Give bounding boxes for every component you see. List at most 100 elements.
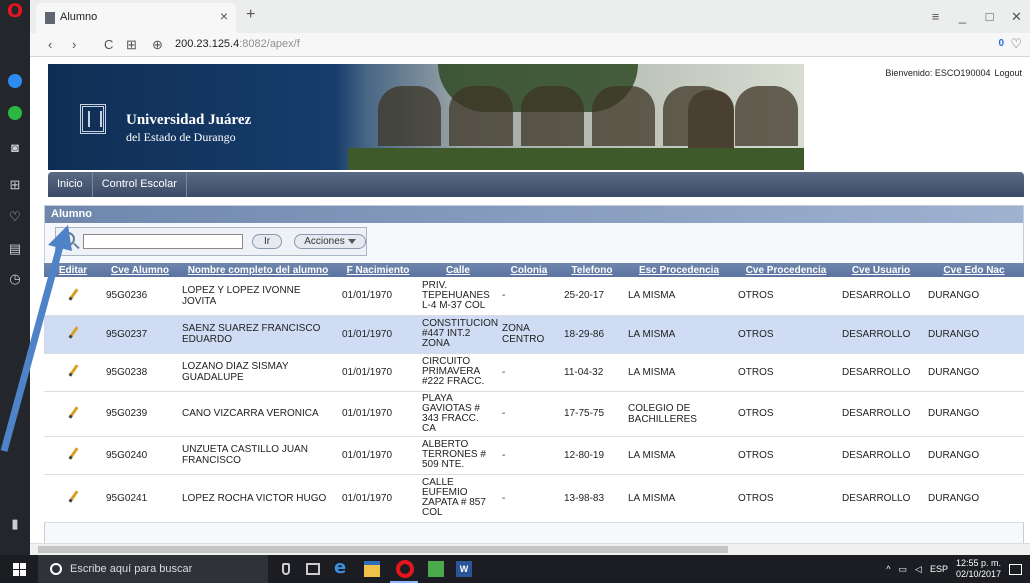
search-input[interactable] bbox=[83, 234, 243, 249]
speed-dial-button[interactable]: ⊞ bbox=[126, 37, 137, 53]
nav-tab-control-escolar[interactable]: Control Escolar bbox=[93, 172, 187, 197]
top-navigation: Inicio Control Escolar bbox=[48, 172, 1024, 197]
cell-calle: ALBERTO TERRONES # 509 NTE. bbox=[418, 436, 498, 475]
edit-cell bbox=[44, 315, 102, 354]
word-taskbar-icon[interactable]: W bbox=[456, 561, 472, 577]
cell-calle: PRIV. TEPEHUANES L-4 M-37 COL bbox=[418, 277, 498, 316]
col-header-editar[interactable]: Editar bbox=[44, 263, 102, 277]
col-header-cve-procedencia[interactable]: Cve Procedencia bbox=[734, 263, 838, 277]
scrollbar-thumb[interactable] bbox=[38, 546, 728, 553]
cell-telefono: 12-80-19 bbox=[560, 436, 624, 475]
edit-cell bbox=[44, 353, 102, 392]
col-header-cve-usuario[interactable]: Cve Usuario bbox=[838, 263, 924, 277]
cell-colonia: - bbox=[498, 353, 560, 392]
cell-colonia: ZONA CENTRO bbox=[498, 315, 560, 354]
back-button[interactable]: ‹ bbox=[48, 37, 52, 52]
col-header-colonia[interactable]: Colonia bbox=[498, 263, 560, 277]
site-info-icon[interactable]: ⊕ bbox=[152, 37, 163, 53]
go-button[interactable]: Ir bbox=[252, 234, 282, 249]
cell-nombre: CANO VIZCARRA VERONICA bbox=[178, 391, 338, 437]
app-taskbar-icon[interactable] bbox=[428, 561, 444, 577]
welcome-text: Bienvenido: ESCO190004 Logout bbox=[885, 68, 1022, 78]
col-header-cve-edo-nac[interactable]: Cve Edo Nac bbox=[924, 263, 1024, 277]
cell-cve-alumno: 95G0240 bbox=[102, 436, 178, 475]
volume-icon[interactable]: ◁ bbox=[915, 564, 922, 575]
search-toolbar: Ir Acciones bbox=[55, 227, 367, 256]
pencil-edit-icon[interactable] bbox=[68, 326, 79, 339]
history-clock-icon[interactable]: ◷ bbox=[6, 270, 24, 288]
cell-cve-usuario: DESARROLLO bbox=[838, 474, 924, 523]
pencil-edit-icon[interactable] bbox=[68, 490, 79, 503]
vpn-badge[interactable]: 0 bbox=[998, 38, 1004, 49]
whatsapp-icon[interactable] bbox=[6, 104, 24, 122]
taskbar-search-box[interactable]: Escribe aquí para buscar bbox=[38, 555, 268, 583]
language-indicator[interactable]: ESP bbox=[930, 564, 948, 574]
search-icon[interactable] bbox=[61, 232, 75, 246]
cell-cve-procedencia: OTROS bbox=[734, 436, 838, 475]
pencil-edit-icon[interactable] bbox=[68, 405, 79, 419]
notifications-icon[interactable] bbox=[1009, 563, 1022, 575]
col-header-nombre[interactable]: Nombre completo del alumno bbox=[178, 263, 338, 277]
address-field[interactable]: 200.23.125.4:8082/apex/f bbox=[175, 38, 300, 50]
start-button[interactable] bbox=[0, 555, 38, 583]
edge-browser-icon[interactable]: e bbox=[334, 557, 350, 578]
task-view-icon[interactable] bbox=[306, 563, 320, 575]
heart-icon[interactable]: ♡ bbox=[1010, 36, 1022, 52]
col-header-f-nacimiento[interactable]: F Nacimiento bbox=[338, 263, 418, 277]
cell-esc-procedencia: LA MISMA bbox=[624, 474, 734, 523]
close-window-button[interactable]: ✕ bbox=[1003, 9, 1030, 25]
news-icon[interactable]: ▤ bbox=[6, 240, 24, 258]
cell-f-nacimiento: 01/01/1970 bbox=[338, 277, 418, 316]
reload-button[interactable]: C bbox=[104, 37, 113, 52]
cell-telefono: 25-20-17 bbox=[560, 277, 624, 316]
tab-title: Alumno bbox=[60, 11, 98, 23]
messenger-icon[interactable] bbox=[6, 72, 24, 90]
cell-cve-usuario: DESARROLLO bbox=[838, 277, 924, 316]
sidebar-panel-icon[interactable]: ▮ bbox=[6, 515, 24, 533]
forward-button[interactable]: › bbox=[72, 37, 76, 52]
pencil-edit-icon[interactable] bbox=[68, 447, 79, 460]
page-icon bbox=[45, 12, 55, 24]
col-header-calle[interactable]: Calle bbox=[418, 263, 498, 277]
camera-icon[interactable]: ◙ bbox=[6, 138, 24, 156]
cell-cve-usuario: DESARROLLO bbox=[838, 436, 924, 475]
cell-cve-procedencia: OTROS bbox=[734, 315, 838, 354]
minimize-button[interactable]: _ bbox=[949, 9, 976, 24]
cell-nombre: LOPEZ Y LOPEZ IVONNE JOVITA bbox=[178, 277, 338, 316]
maximize-button[interactable]: □ bbox=[976, 9, 1003, 24]
pencil-edit-icon[interactable] bbox=[68, 364, 79, 377]
nav-tab-inicio[interactable]: Inicio bbox=[48, 172, 93, 197]
new-tab-button[interactable]: + bbox=[246, 6, 255, 24]
system-tray: ^ ▭ ◁ ESP 12:55 p. m. 02/10/2017 bbox=[886, 555, 1030, 583]
pencil-edit-icon[interactable] bbox=[68, 288, 79, 301]
actions-menu-button[interactable]: Acciones bbox=[294, 234, 366, 249]
address-host: 200.23.125.4 bbox=[175, 38, 240, 50]
opera-taskbar-icon[interactable] bbox=[396, 560, 414, 578]
file-explorer-icon[interactable] bbox=[364, 561, 380, 577]
tray-chevron-icon[interactable]: ^ bbox=[886, 564, 890, 574]
table-row: 95G0239 CANO VIZCARRA VERONICA 01/01/197… bbox=[44, 391, 1024, 437]
clock-time: 12:55 p. m. bbox=[955, 558, 1001, 568]
table-row: 95G0238 LOZANO DIAZ SISMAY GUADALUPE 01/… bbox=[44, 353, 1024, 392]
cell-cve-edo-nac: DURANGO bbox=[924, 474, 1024, 523]
cell-cve-procedencia: OTROS bbox=[734, 391, 838, 437]
browser-tab[interactable]: Alumno × bbox=[36, 3, 236, 33]
edit-cell bbox=[44, 474, 102, 523]
col-header-telefono[interactable]: Telefono bbox=[560, 263, 624, 277]
bookmarks-heart-icon[interactable]: ♡ bbox=[6, 208, 24, 226]
tab-close-icon[interactable]: × bbox=[220, 8, 228, 24]
network-icon[interactable]: ▭ bbox=[899, 564, 908, 575]
cell-cve-usuario: DESARROLLO bbox=[838, 353, 924, 392]
logout-link[interactable]: Logout bbox=[994, 68, 1022, 78]
clock[interactable]: 12:55 p. m. 02/10/2017 bbox=[956, 558, 1001, 580]
cell-f-nacimiento: 01/01/1970 bbox=[338, 436, 418, 475]
opera-logo-icon[interactable]: O bbox=[6, 0, 24, 22]
col-header-esc-procedencia[interactable]: Esc Procedencia bbox=[624, 263, 734, 277]
horizontal-scrollbar[interactable] bbox=[30, 543, 1030, 555]
microphone-icon[interactable] bbox=[282, 563, 290, 575]
easy-setup-icon[interactable]: ≡ bbox=[922, 9, 949, 24]
cell-esc-procedencia: COLEGIO DE BACHILLERES bbox=[624, 391, 734, 437]
speed-dial-icon[interactable]: ⊞ bbox=[6, 176, 24, 194]
col-header-cve-alumno[interactable]: Cve Alumno bbox=[102, 263, 178, 277]
cell-esc-procedencia: LA MISMA bbox=[624, 315, 734, 354]
